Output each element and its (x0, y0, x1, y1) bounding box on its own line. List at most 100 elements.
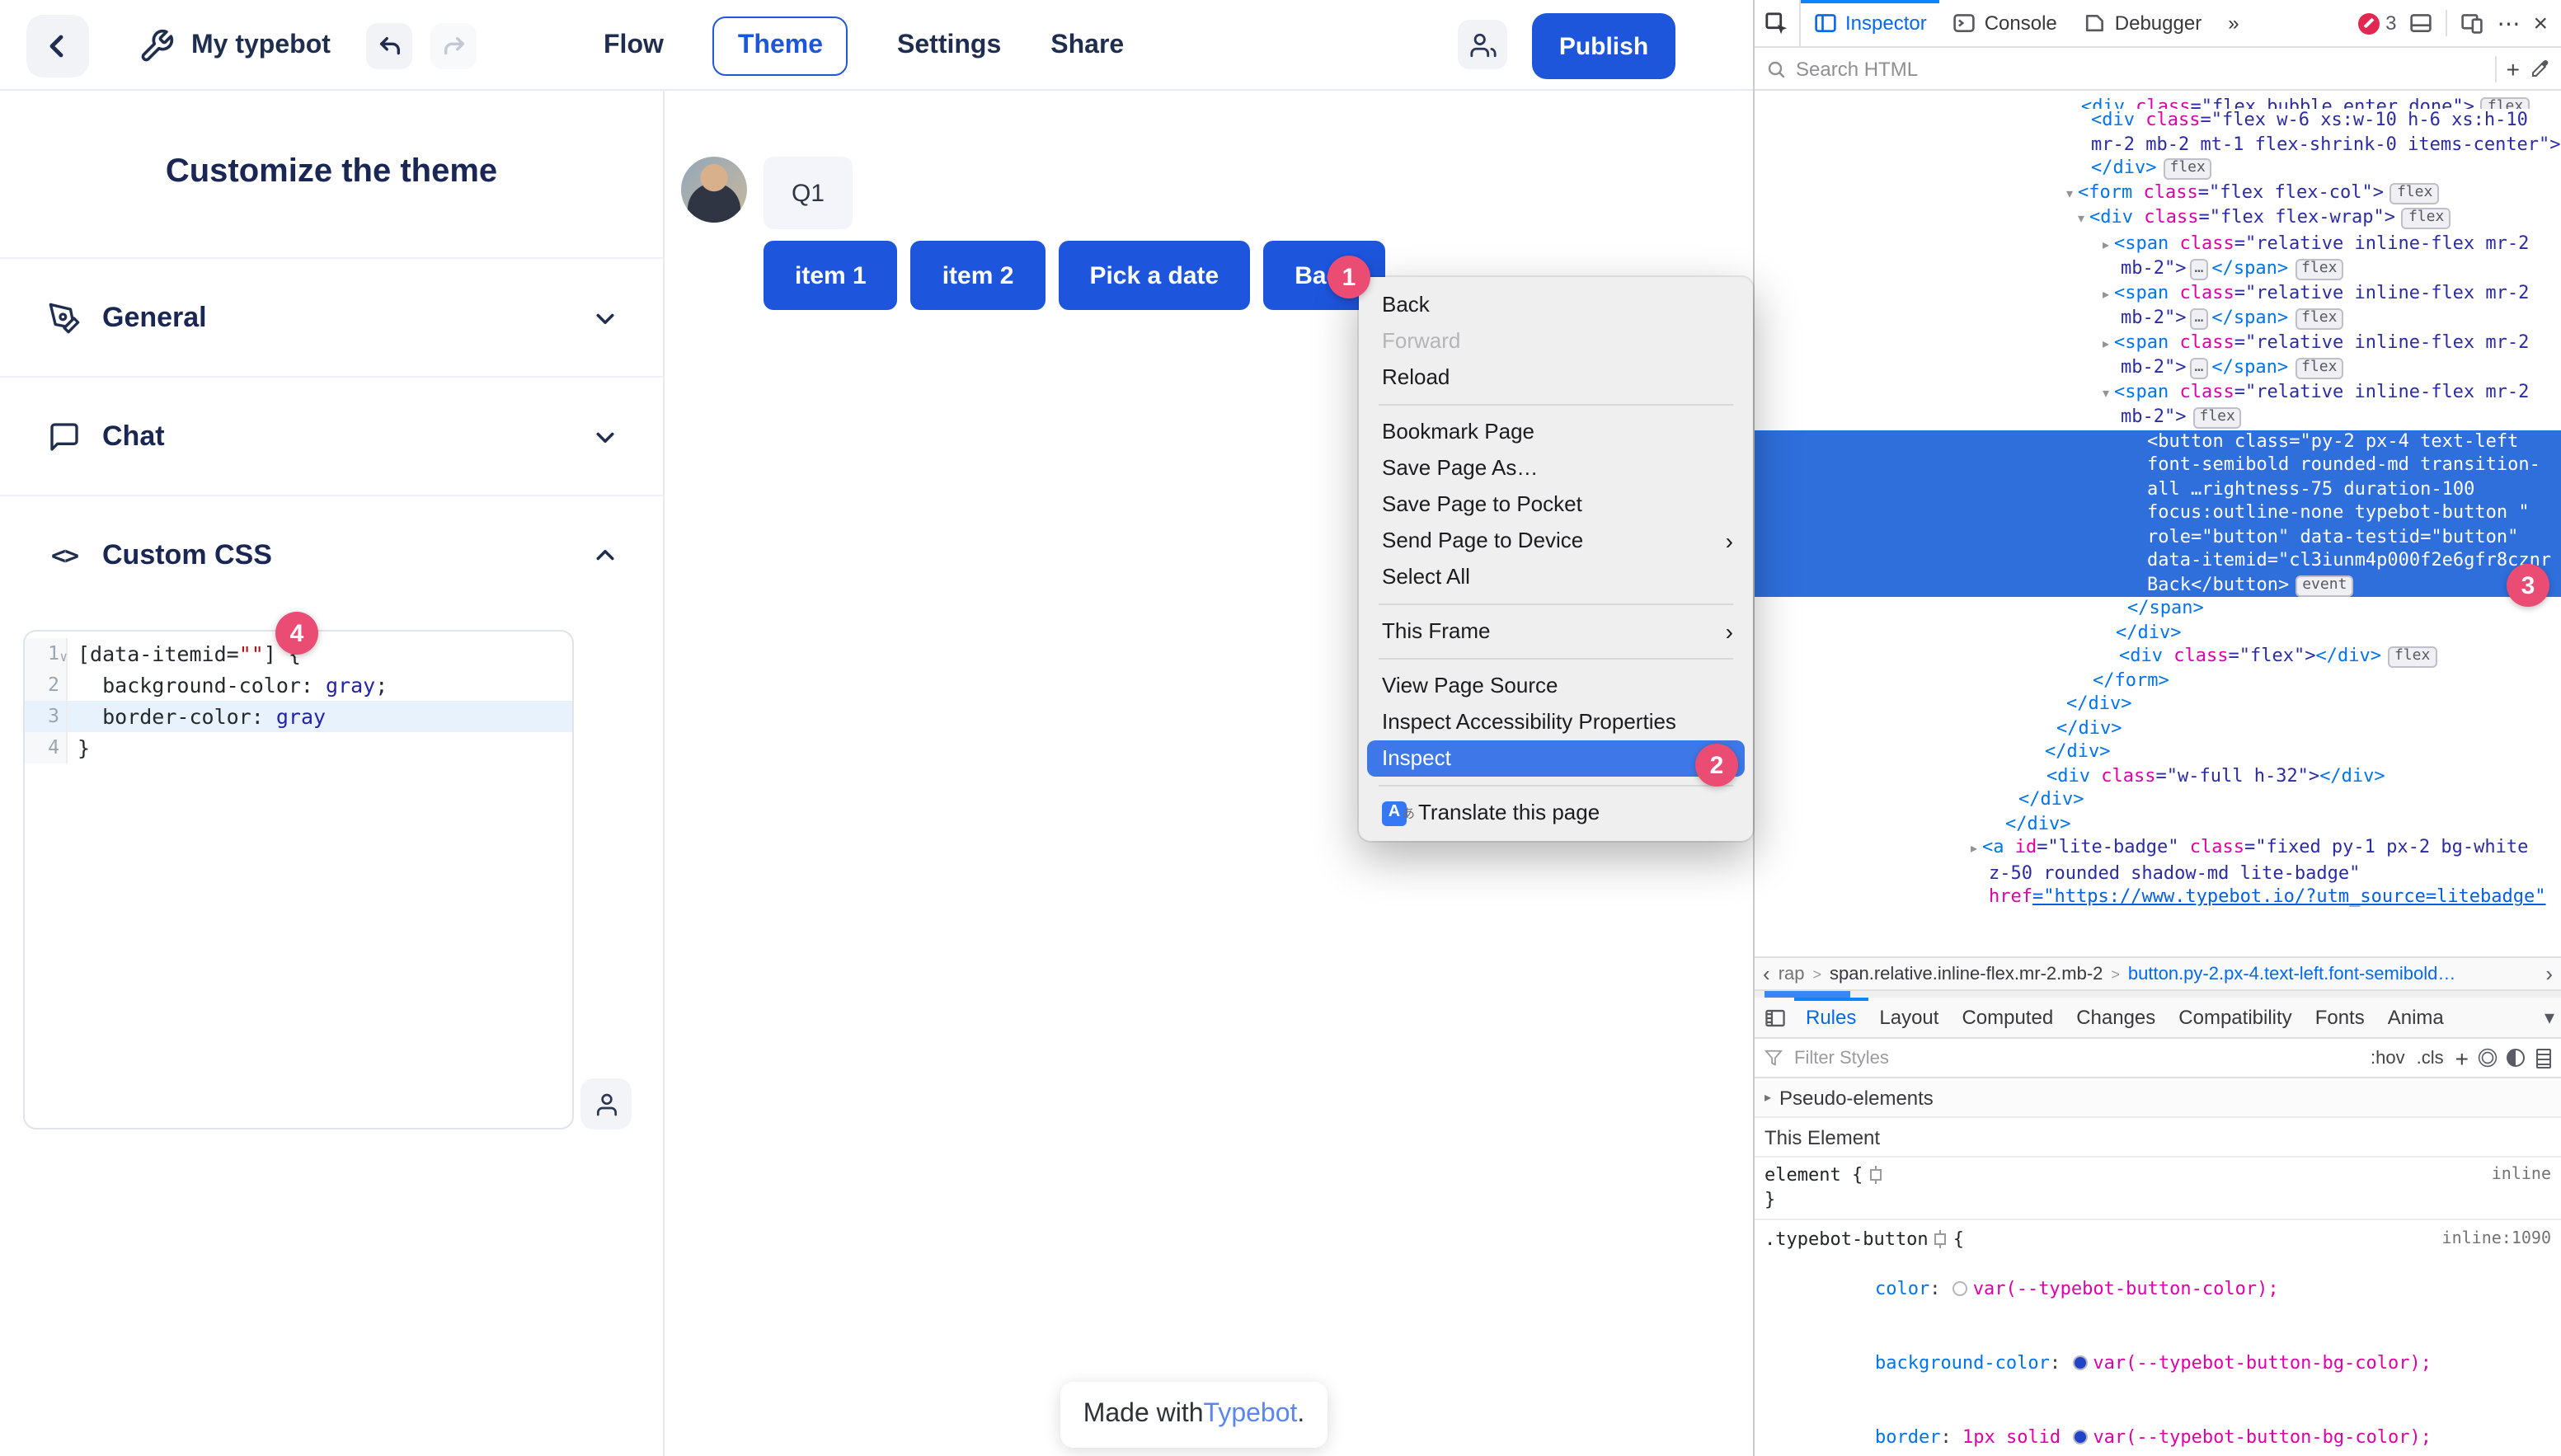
markup-line[interactable]: </div> (1755, 693, 2561, 716)
menu-item-save-to-pocket[interactable]: Save Page to Pocket (1359, 486, 1753, 523)
breadcrumb-scroll-right[interactable]: › (2545, 961, 2553, 986)
menu-item-save-page-as[interactable]: Save Page As… (1359, 450, 1753, 486)
color-swatch[interactable] (1953, 1281, 1968, 1296)
bot-name[interactable]: My typebot (191, 31, 331, 61)
devtools-tab-debugger[interactable]: Debugger (2070, 0, 2215, 46)
section-custom-css[interactable]: <> Custom CSS (0, 495, 663, 613)
dark-scheme-icon[interactable] (2507, 1049, 2525, 1067)
menu-item-inspect[interactable]: Inspect (1367, 740, 1745, 777)
close-devtools-icon[interactable]: × (2533, 9, 2548, 37)
markup-line[interactable]: </form> (1755, 669, 2561, 693)
print-media-icon[interactable] (2536, 1048, 2551, 1068)
css-declaration[interactable]: background-color: var(--typebot-button-b… (1765, 1326, 2551, 1400)
rule-element[interactable]: element { inline (1765, 1162, 2551, 1187)
element-picker-button[interactable] (1755, 0, 1801, 46)
markup-line[interactable]: </div> (1755, 621, 2561, 645)
markup-line[interactable]: </span> (1755, 597, 2561, 621)
breadcrumb-scroll-left[interactable]: ‹ (1763, 961, 1770, 986)
guest-avatar-button[interactable] (580, 1078, 632, 1130)
add-node-icon[interactable]: + (2507, 55, 2520, 82)
panel-tab-computed[interactable]: Computed (1950, 998, 2065, 1037)
markup-scrollbar[interactable] (1755, 991, 2561, 998)
css-editor-line[interactable]: 2 background-color: gray; (25, 669, 572, 701)
rule-location[interactable]: inline (2492, 1162, 2551, 1187)
responsive-mode-icon[interactable] (2460, 12, 2483, 35)
made-with-badge[interactable]: Made with Typebot. (1060, 1382, 1327, 1448)
toggle-classes-button[interactable]: .cls (2417, 1048, 2444, 1068)
menu-item-send-to-device[interactable]: Send Page to Device› (1359, 523, 1753, 559)
markup-line[interactable]: ▸<span class="relative inline-flex mr-2 … (1755, 331, 2561, 380)
choice-button-pick-a-date[interactable]: Pick a date (1058, 241, 1250, 310)
menu-item-reload[interactable]: Reload (1359, 359, 1753, 396)
toggle-hover-button[interactable]: :hov (2371, 1048, 2405, 1068)
more-tabs-button[interactable]: » (2215, 0, 2252, 46)
markup-line-selected[interactable]: <button class="py-2 px-4 text-left font-… (1755, 430, 2561, 597)
css-editor-line[interactable]: 4 } (25, 732, 572, 763)
menu-item-select-all[interactable]: Select All (1359, 559, 1753, 595)
markup-line[interactable]: </div> (1755, 716, 2561, 740)
panel-tab-fonts[interactable]: Fonts (2304, 998, 2376, 1037)
markup-line[interactable]: <div class="flex w-6 xs:w-10 h-6 xs:h-10… (1755, 109, 2561, 181)
panel-tab-compatibility[interactable]: Compatibility (2167, 998, 2303, 1037)
breadcrumb-item-span[interactable]: span.relative.inline-flex.mr-2.mb-2 (1830, 964, 2103, 984)
tab-settings[interactable]: Settings (897, 31, 1001, 60)
color-swatch[interactable] (2073, 1430, 2088, 1444)
collaborators-button[interactable] (1458, 20, 1507, 69)
devtools-tab-inspector[interactable]: Inspector (1801, 0, 1940, 46)
pseudo-elements-row[interactable]: ▸ Pseudo-elements (1755, 1078, 2561, 1118)
markup-line[interactable]: <div class="flex"></div>flex (1755, 645, 2561, 669)
tab-theme[interactable]: Theme (713, 16, 848, 75)
markup-line[interactable]: </div> (1755, 788, 2561, 812)
markup-line[interactable]: </div> (1755, 812, 2561, 836)
menu-item-inspect-a11y[interactable]: Inspect Accessibility Properties (1359, 704, 1753, 740)
light-scheme-icon[interactable] (2482, 1052, 2493, 1064)
css-editor-line-active[interactable]: 3 border-color: gray (25, 701, 572, 732)
markup-line[interactable]: ▾<div class="flex flex-wrap">flex (1755, 206, 2561, 232)
markup-line[interactable]: ▾<form class="flex flex-col">flex (1755, 181, 2561, 206)
sidebar-toggle-icon[interactable] (1755, 998, 1794, 1037)
publish-button[interactable]: Publish (1532, 13, 1675, 79)
filter-styles-input[interactable] (1794, 1048, 2359, 1068)
menu-item-translate-page[interactable]: ATranslate this page (1359, 795, 1753, 831)
menu-item-view-page-source[interactable]: View Page Source (1359, 668, 1753, 704)
css-declaration[interactable]: color: var(--typebot-button-color); (1765, 1252, 2551, 1326)
markup-line[interactable]: </div> (1755, 740, 2561, 764)
markup-line[interactable]: ▸<span class="relative inline-flex mr-2 … (1755, 232, 2561, 281)
rule-location[interactable]: inline:1090 (2442, 1227, 2551, 1252)
error-count[interactable]: 3 (2385, 12, 2396, 35)
back-button[interactable] (26, 15, 89, 77)
menu-item-bookmark-page[interactable]: Bookmark Page (1359, 414, 1753, 450)
devtools-tab-console[interactable]: Console (1940, 0, 2070, 46)
menu-item-this-frame[interactable]: This Frame› (1359, 613, 1753, 650)
choice-button-item2[interactable]: item 2 (911, 241, 1046, 310)
rule-typebot-button[interactable]: .typebot-button { inline:1090 (1765, 1227, 2551, 1252)
error-count-icon[interactable] (2357, 12, 2379, 34)
css-declaration[interactable]: border: 1px solid var(--typebot-button-b… (1765, 1400, 2551, 1451)
markup-line[interactable]: ▾<span class="relative inline-flex mr-2 … (1755, 380, 2561, 430)
panel-tab-changes[interactable]: Changes (2065, 998, 2167, 1037)
custom-css-editor[interactable]: 1∨ [data-itemid=""] { 2 background-color… (23, 630, 574, 1130)
typebot-brand-link[interactable]: Typebot (1204, 1400, 1298, 1430)
panel-tab-rules[interactable]: Rules (1794, 998, 1868, 1037)
add-rule-icon[interactable]: + (2455, 1045, 2469, 1071)
highlight-selector-icon[interactable] (1935, 1233, 1947, 1245)
section-general[interactable]: General (0, 257, 663, 376)
highlight-selector-icon[interactable] (1869, 1169, 1881, 1181)
redo-button[interactable] (430, 23, 477, 69)
undo-button[interactable] (366, 23, 412, 69)
meatball-menu-icon[interactable]: ⋯ (2497, 9, 2520, 37)
choice-button-item1[interactable]: item 1 (764, 241, 898, 310)
fold-chevron-icon[interactable]: ∨ (59, 641, 68, 673)
menu-item-back[interactable]: Back (1359, 287, 1753, 323)
tab-share[interactable]: Share (1050, 31, 1124, 60)
markup-line[interactable]: ▸<a id="lite-badge" class="fixed py-1 px… (1755, 836, 2561, 909)
tab-flow[interactable]: Flow (604, 31, 664, 60)
breadcrumb-item-clipped[interactable]: rap (1779, 964, 1805, 984)
color-swatch[interactable] (2073, 1355, 2088, 1370)
breadcrumb-item-button[interactable]: button.py-2.px-4.text-left.font-semibold… (2128, 964, 2455, 984)
eyedropper-icon[interactable] (2530, 59, 2549, 78)
split-console-icon[interactable] (2409, 12, 2432, 35)
markup-line[interactable]: <div class="w-full h-32"></div> (1755, 764, 2561, 788)
markup-line[interactable]: ▸<span class="relative inline-flex mr-2 … (1755, 281, 2561, 331)
search-html-input[interactable] (1796, 57, 2485, 80)
